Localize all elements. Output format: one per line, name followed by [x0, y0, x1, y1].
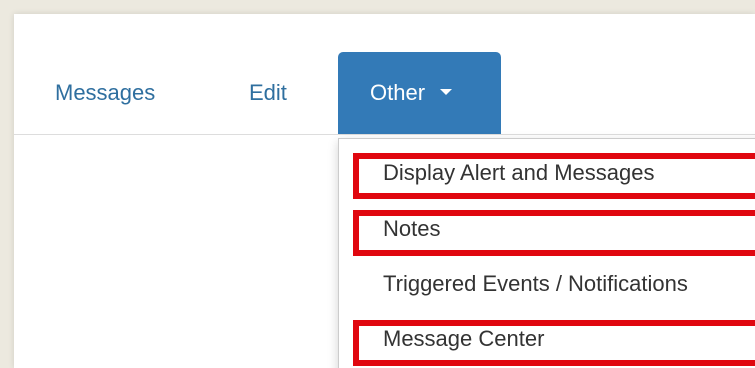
tab-messages[interactable]: Messages [55, 52, 155, 132]
menu-item-notes[interactable]: Notes [355, 210, 755, 248]
menu-item-triggered-events-notifications[interactable]: Triggered Events / Notifications [355, 265, 755, 303]
tab-other[interactable]: Other [338, 52, 501, 134]
nav-tabs: Messages Edit Other [14, 52, 755, 135]
menu-item-display-alert-and-messages[interactable]: Display Alert and Messages [355, 154, 755, 192]
tab-edit[interactable]: Edit [249, 52, 287, 132]
menu-item-message-center[interactable]: Message Center [355, 320, 755, 358]
tab-other-label: Other [370, 80, 426, 105]
other-dropdown-menu: Display Alert and Messages Notes Trigger… [338, 138, 755, 368]
page-frame: Messages Edit Other Display Alert and Me… [14, 14, 755, 368]
chevron-down-icon [440, 89, 453, 96]
